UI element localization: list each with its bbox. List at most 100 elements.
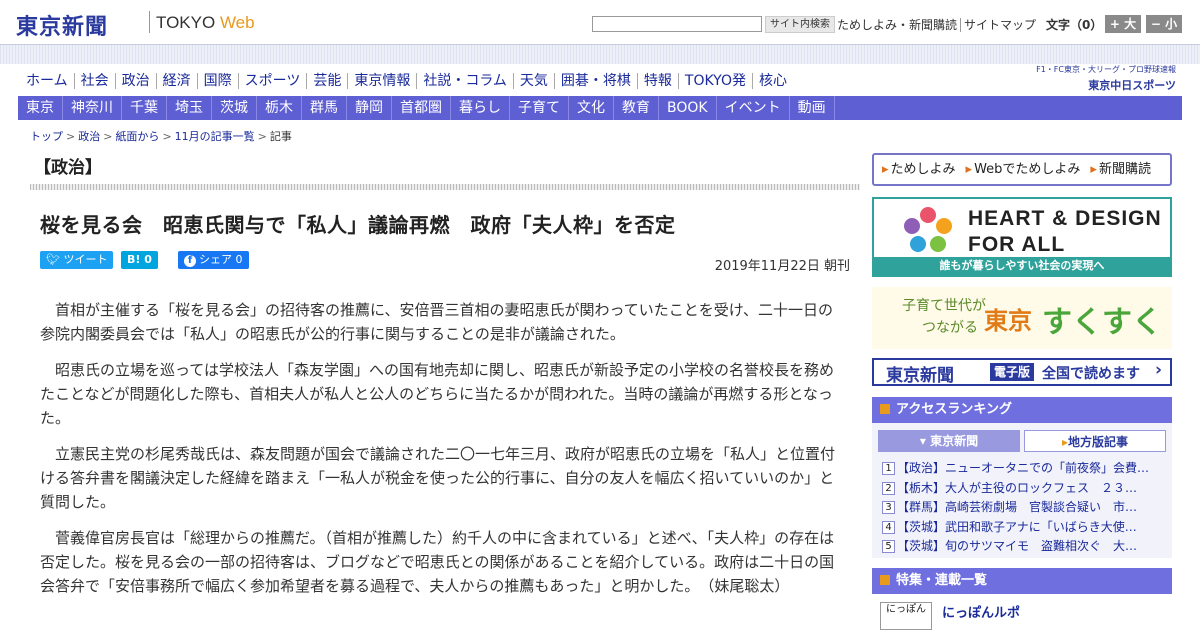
subscribe-link[interactable]: 新聞購読 [1090, 162, 1151, 177]
article-paragraph: 菅義偉官房長官は「総理からの推薦だ。（首相が推薦した）約千人の中に含まれている」… [40, 529, 835, 595]
feature-link[interactable]: にっぽんルポ [942, 602, 1020, 621]
section-divider [30, 184, 860, 190]
ranking-tab-regional[interactable]: ▸地方版記事 [1024, 430, 1166, 452]
nav-weather[interactable]: 天気 [512, 73, 554, 89]
subnav-item[interactable]: 首都圏 [392, 96, 451, 120]
article-title: 桜を見る会 昭恵氏関与で「私人」議論再燃 政府「夫人枠」を否定 [40, 213, 676, 237]
site-logo[interactable]: 東京新聞 [16, 9, 108, 41]
ranking-item[interactable]: 4 【茨城】武田和歌子アナに「いばらき大使… [882, 518, 1164, 538]
ranking-tab-tokyo[interactable]: ▾ 東京新聞 [878, 430, 1020, 452]
trial-subscribe-link[interactable]: ためしよみ・新聞購読 [834, 18, 960, 32]
breadcrumb-top[interactable]: トップ [30, 130, 63, 143]
subnav-item[interactable]: 埼玉 [167, 96, 212, 120]
digital-edition-tag: 電子版 [990, 363, 1035, 381]
breadcrumb-paper[interactable]: 紙面から [115, 130, 159, 143]
sukusuku-tokyo: 東京 [984, 307, 1032, 335]
nav-go-shogi[interactable]: 囲碁・将棋 [553, 73, 637, 89]
subnav-item[interactable]: 静岡 [347, 96, 392, 120]
tweet-button[interactable]: 🐦︎ ツイート [40, 251, 114, 269]
subnav-item[interactable]: 神奈川 [63, 96, 122, 120]
sukusuku-logo: すくすく [1042, 305, 1162, 340]
feature-thumbnail[interactable]: にっぽん [880, 602, 932, 630]
breadcrumb-politics[interactable]: 政治 [78, 130, 100, 143]
sports-banner-title: 東京中日スポーツ [1088, 79, 1176, 92]
breadcrumb-month-list[interactable]: 11月の記事一覧 [175, 130, 255, 143]
subnav-item[interactable]: 群馬 [302, 96, 347, 120]
twitter-icon: 🐦︎ [46, 253, 64, 266]
square-bullet-icon [880, 575, 890, 585]
section-title: 【政治】 [34, 158, 102, 178]
nav-society[interactable]: 社会 [73, 73, 115, 89]
sports-banner-tagline: F1・FC東京・大リーグ・プロ野球速報 [1036, 65, 1176, 74]
article-paragraph: 昭恵氏の立場を巡っては学校法人「森友学園」への国有地売却に関し、昭恵氏が新設予定… [40, 361, 834, 427]
regional-nav: 東京 神奈川 千葉 埼玉 茨城 栃木 群馬 静岡 首都圏 暮らし 子育て 文化 教育 BOOK イベント 動画 [18, 96, 1182, 120]
ranking-item[interactable]: 1 【政治】ニューオータニでの「前夜祭」会費… [882, 459, 1164, 479]
ranking-item[interactable]: 3 【群馬】高崎芸術劇場 官製談合疑い 市… [882, 498, 1164, 518]
heart-banner-subtitle: FOR ALL [968, 233, 1066, 256]
digital-edition-text: 全国で読めます [1042, 366, 1140, 382]
digital-edition-logo: 東京新聞 [886, 366, 954, 386]
trial-links-box: ためしよみ Webでためしよみ新聞購読 [872, 153, 1172, 186]
subnav-item[interactable]: BOOK [659, 96, 717, 120]
ranking-item[interactable]: 2 【栃木】大人が主役のロックフェス ２３… [882, 479, 1164, 499]
nav-tokuho[interactable]: 特報 [636, 73, 678, 89]
web-trial-read-link[interactable]: Webでためしよみ [966, 162, 1081, 177]
sukusuku-tagline-2: つながる [922, 320, 978, 336]
chevron-right-icon: › [1154, 360, 1162, 380]
breadcrumb-current: 記事 [269, 130, 292, 143]
font-smaller-button[interactable]: − 小 [1146, 15, 1182, 33]
site-search-button[interactable]: サイト内検索 [765, 16, 835, 33]
nav-editorial[interactable]: 社説・コラム [416, 73, 513, 89]
article-paragraph: 立憲民主党の杉尾秀哉氏は、森友問題が国会で議論された二〇一七年三月、政府が昭恵氏… [40, 445, 836, 511]
nav-home[interactable]: ホーム [20, 73, 74, 89]
subnav-item[interactable]: 教育 [614, 96, 659, 120]
subnav-item[interactable]: 千葉 [122, 96, 167, 120]
font-larger-button[interactable]: + 大 [1105, 15, 1141, 33]
nav-tokyo-hatsu[interactable]: TOKYO発 [677, 73, 752, 89]
facebook-icon: f [184, 255, 196, 267]
font-size-label: 文字（0） [1046, 18, 1103, 32]
article-paragraph: 首相が主催する「桜を見る会」の招待客の推薦に、安倍晋三首相の妻昭恵氏が関わってい… [40, 301, 834, 343]
nav-economy[interactable]: 経済 [155, 73, 197, 89]
tokyo-web-logo[interactable]: TOKYO Web [156, 13, 255, 33]
nav-tokyo-info[interactable]: 東京情報 [347, 73, 417, 89]
heart-banner-title: HEART & DESIGN [968, 207, 1162, 230]
search-input[interactable] [592, 16, 762, 32]
nav-international[interactable]: 国際 [196, 73, 238, 89]
subnav-item[interactable]: 暮らし [451, 96, 510, 120]
subnav-item[interactable]: 栃木 [257, 96, 302, 120]
subnav-item[interactable]: 東京 [18, 96, 63, 120]
nav-entertainment[interactable]: 芸能 [306, 73, 348, 89]
digital-edition-banner[interactable]: 東京新聞 電子版 全国で読めます › [872, 358, 1172, 386]
access-ranking-header: アクセスランキング [872, 397, 1172, 423]
article-date: 2019年11月22日 朝刊 [714, 259, 850, 274]
subnav-item[interactable]: 茨城 [212, 96, 257, 120]
logo-divider [149, 11, 150, 33]
access-ranking-panel: ▾ 東京新聞 ▸地方版記事 1 【政治】ニューオータニでの「前夜祭」会費… 2 【栃… [872, 423, 1172, 558]
heart-design-banner[interactable]: HEART & DESIGN FOR ALL 誰もが暮らしやすい社会の実現へ [872, 197, 1172, 277]
features-header: 特集・連載一覧 [872, 568, 1172, 594]
nav-politics[interactable]: 政治 [114, 73, 156, 89]
features-panel: にっぽん にっぽんルポ [872, 594, 1172, 630]
tokyo-sukusuku-banner[interactable]: 子育て世代が つながる 東京 すくすく [872, 287, 1172, 349]
site-header: 東京新聞 TOKYO Web サイト内検索 ためしよみ・新聞購読 サイトマップ 文… [0, 0, 1200, 48]
flower-logo-icon [904, 207, 952, 252]
subnav-item[interactable]: 文化 [569, 96, 614, 120]
ranking-item[interactable]: 5 【茨城】旬のサツマイモ 盗難相次ぐ 大… [882, 537, 1164, 557]
subnav-item[interactable]: 動画 [790, 96, 835, 120]
subnav-item[interactable]: イベント [717, 96, 790, 120]
subnav-item[interactable]: 子育て [510, 96, 569, 120]
article-body: 首相が主催する「桜を見る会」の招待客の推薦に、安倍晋三首相の妻昭恵氏が関わってい… [40, 298, 845, 610]
main-nav: ホーム 社会 政治 経済 国際 スポーツ 芸能 東京情報 社説・コラム 天気 囲碁・将棋 特報 TOKY… [20, 70, 793, 90]
hatena-bookmark-button[interactable]: B! 0 [121, 251, 158, 269]
chunichi-sports-banner[interactable]: F1・FC東京・大リーグ・プロ野球速報 東京中日スポーツ [1026, 64, 1176, 93]
facebook-share-button[interactable]: f シェア 0 [178, 251, 249, 269]
heart-banner-caption: 誰もが暮らしやすい社会の実現へ [874, 257, 1170, 275]
trial-read-link[interactable]: ためしよみ [882, 162, 956, 177]
breadcrumb: トップ > 政治 > 紙面から >11月の記事一覧 > 記事 [30, 130, 292, 143]
nav-kakushin[interactable]: 核心 [751, 73, 793, 89]
ranking-list: 1 【政治】ニューオータニでの「前夜祭」会費… 2 【栃木】大人が主役のロックフェス… [882, 459, 1164, 557]
sukusuku-tagline-1: 子育て世代が [902, 298, 986, 314]
nav-sports[interactable]: スポーツ [237, 73, 307, 89]
sitemap-link[interactable]: サイトマップ [960, 18, 1040, 32]
